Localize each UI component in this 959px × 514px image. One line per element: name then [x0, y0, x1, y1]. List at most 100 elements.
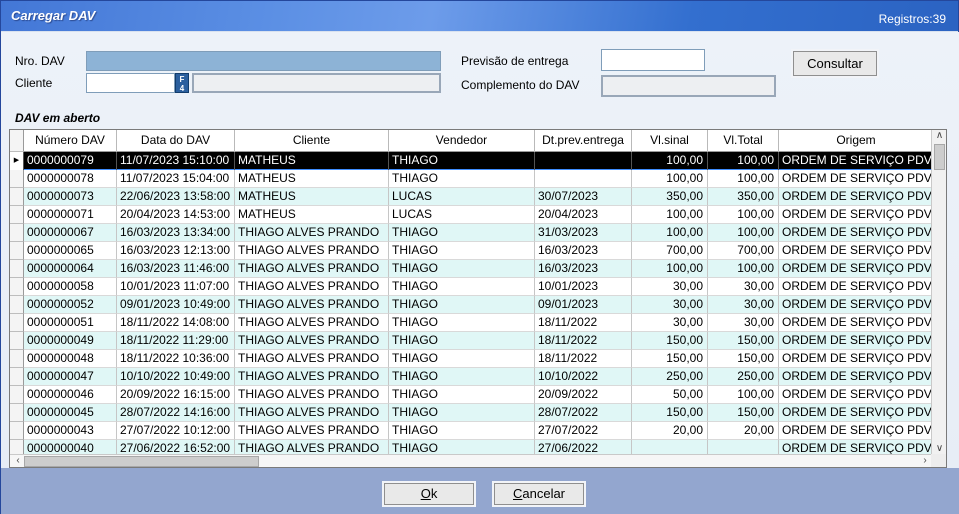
table-row[interactable]: 000000004710/10/2022 10:49:00THIAGO ALVE… — [10, 368, 933, 386]
cell: 0000000079 — [24, 152, 117, 170]
cell: THIAGO ALVES PRANDO — [235, 260, 389, 278]
table-row[interactable]: 000000006716/03/2023 13:34:00THIAGO ALVE… — [10, 224, 933, 242]
column-header-2[interactable]: Cliente — [235, 130, 389, 152]
cell: 11/07/2023 15:04:00 — [117, 170, 235, 188]
cell: 0000000046 — [24, 386, 117, 404]
row-selector[interactable] — [10, 422, 24, 440]
cell: 18/11/2022 10:36:00 — [117, 350, 235, 368]
cell: ORDEM DE SERVIÇO PDV — [779, 314, 933, 332]
cell: 0000000052 — [24, 296, 117, 314]
ok-button[interactable]: Ok — [384, 483, 474, 505]
cell: 30,00 — [708, 296, 779, 314]
table-row[interactable]: 000000004528/07/2022 14:16:00THIAGO ALVE… — [10, 404, 933, 422]
cliente-label: Cliente — [15, 76, 52, 90]
table-row[interactable]: 000000005810/01/2023 11:07:00THIAGO ALVE… — [10, 278, 933, 296]
row-selector[interactable] — [10, 404, 24, 422]
table-row[interactable]: 000000004327/07/2022 10:12:00THIAGO ALVE… — [10, 422, 933, 440]
row-selector[interactable] — [10, 386, 24, 404]
scroll-right-icon[interactable]: › — [919, 455, 931, 468]
page-title: Carregar DAV — [11, 8, 95, 23]
cell: 100,00 — [708, 224, 779, 242]
cell: 18/11/2022 14:08:00 — [117, 314, 235, 332]
cell: THIAGO — [389, 224, 535, 242]
consultar-button[interactable]: Consultar — [793, 51, 877, 76]
cell: ORDEM DE SERVIÇO PDV — [779, 224, 933, 242]
row-selector[interactable] — [10, 350, 24, 368]
cell: 100,00 — [708, 206, 779, 224]
previsao-entrega-input[interactable] — [601, 49, 705, 71]
table-row[interactable]: 000000004918/11/2022 11:29:00THIAGO ALVE… — [10, 332, 933, 350]
cell: 30/07/2023 — [535, 188, 632, 206]
cell: 20/09/2022 — [535, 386, 632, 404]
row-selector[interactable] — [10, 206, 24, 224]
f4-lookup-button[interactable]: F4 — [175, 73, 189, 93]
vertical-scroll-thumb[interactable] — [934, 144, 945, 170]
column-header-3[interactable]: Vendedor — [389, 130, 535, 152]
cell: 30,00 — [632, 296, 708, 314]
row-selector[interactable]: ▶ — [10, 152, 24, 170]
table-row[interactable]: 000000007322/06/2023 13:58:00MATHEUSLUCA… — [10, 188, 933, 206]
table-row[interactable]: 000000007120/04/2023 14:53:00MATHEUSLUCA… — [10, 206, 933, 224]
table-row[interactable]: 000000006416/03/2023 11:46:00THIAGO ALVE… — [10, 260, 933, 278]
scroll-left-icon[interactable]: ‹ — [12, 455, 24, 468]
row-selector[interactable] — [10, 170, 24, 188]
row-selector[interactable] — [10, 314, 24, 332]
table-row[interactable]: 000000006516/03/2023 12:13:00THIAGO ALVE… — [10, 242, 933, 260]
row-selector[interactable] — [10, 368, 24, 386]
row-selector[interactable] — [10, 260, 24, 278]
column-header-0[interactable]: Número DAV — [24, 130, 117, 152]
cell: 150,00 — [632, 404, 708, 422]
column-header-6[interactable]: Vl.Total — [708, 130, 779, 152]
cell: ORDEM DE SERVIÇO PDV — [779, 332, 933, 350]
column-header-7[interactable]: Origem — [779, 130, 933, 152]
horizontal-scrollbar[interactable]: ‹ › — [10, 454, 933, 467]
table-row[interactable]: 000000004818/11/2022 10:36:00THIAGO ALVE… — [10, 350, 933, 368]
row-selector[interactable] — [10, 278, 24, 296]
cell: THIAGO ALVES PRANDO — [235, 368, 389, 386]
cell: ORDEM DE SERVIÇO PDV — [779, 260, 933, 278]
cell: 100,00 — [708, 170, 779, 188]
cell: 0000000051 — [24, 314, 117, 332]
grid-body: ▶000000007911/07/2023 15:10:00MATHEUSTHI… — [10, 152, 933, 456]
column-header-1[interactable]: Data do DAV — [117, 130, 235, 152]
cell: 0000000071 — [24, 206, 117, 224]
horizontal-scroll-thumb[interactable] — [24, 456, 259, 467]
nro-dav-input[interactable] — [86, 51, 441, 71]
scroll-up-icon[interactable]: ∧ — [932, 130, 947, 143]
scrollbar-corner — [931, 454, 946, 467]
row-selector[interactable] — [10, 242, 24, 260]
table-row[interactable]: 000000005118/11/2022 14:08:00THIAGO ALVE… — [10, 314, 933, 332]
records-count: Registros:39 — [879, 12, 946, 26]
cell: 27/07/2022 — [535, 422, 632, 440]
cell: 350,00 — [632, 188, 708, 206]
row-selector[interactable] — [10, 332, 24, 350]
cell: ORDEM DE SERVIÇO PDV — [779, 170, 933, 188]
row-selector[interactable] — [10, 188, 24, 206]
cell: 10/10/2022 — [535, 368, 632, 386]
cliente-code-input[interactable] — [86, 73, 175, 93]
table-row[interactable]: 000000004620/09/2022 16:15:00THIAGO ALVE… — [10, 386, 933, 404]
cell: ORDEM DE SERVIÇO PDV — [779, 188, 933, 206]
cell: ORDEM DE SERVIÇO PDV — [779, 206, 933, 224]
table-row[interactable]: ▶000000007911/07/2023 15:10:00MATHEUSTHI… — [10, 152, 933, 170]
cell: ORDEM DE SERVIÇO PDV — [779, 278, 933, 296]
cancel-button[interactable]: Cancelar — [494, 483, 584, 505]
table-row[interactable]: 000000005209/01/2023 10:49:00THIAGO ALVE… — [10, 296, 933, 314]
cell: THIAGO — [389, 386, 535, 404]
complemento-dav-field — [601, 75, 776, 97]
cell: 20,00 — [708, 422, 779, 440]
cell: MATHEUS — [235, 206, 389, 224]
cell: 250,00 — [708, 368, 779, 386]
cell: 16/03/2023 — [535, 260, 632, 278]
row-selector[interactable] — [10, 296, 24, 314]
cell: 20/09/2022 16:15:00 — [117, 386, 235, 404]
row-selector[interactable] — [10, 224, 24, 242]
vertical-scrollbar[interactable]: ∧ ∨ — [931, 130, 946, 456]
cell: ORDEM DE SERVIÇO PDV — [779, 404, 933, 422]
cell: 30,00 — [632, 314, 708, 332]
table-row[interactable]: 000000007811/07/2023 15:04:00MATHEUSTHIA… — [10, 170, 933, 188]
cell: LUCAS — [389, 206, 535, 224]
column-header-4[interactable]: Dt.prev.entrega — [535, 130, 632, 152]
column-header-5[interactable]: Vl.sinal — [632, 130, 708, 152]
cell: 10/01/2023 11:07:00 — [117, 278, 235, 296]
